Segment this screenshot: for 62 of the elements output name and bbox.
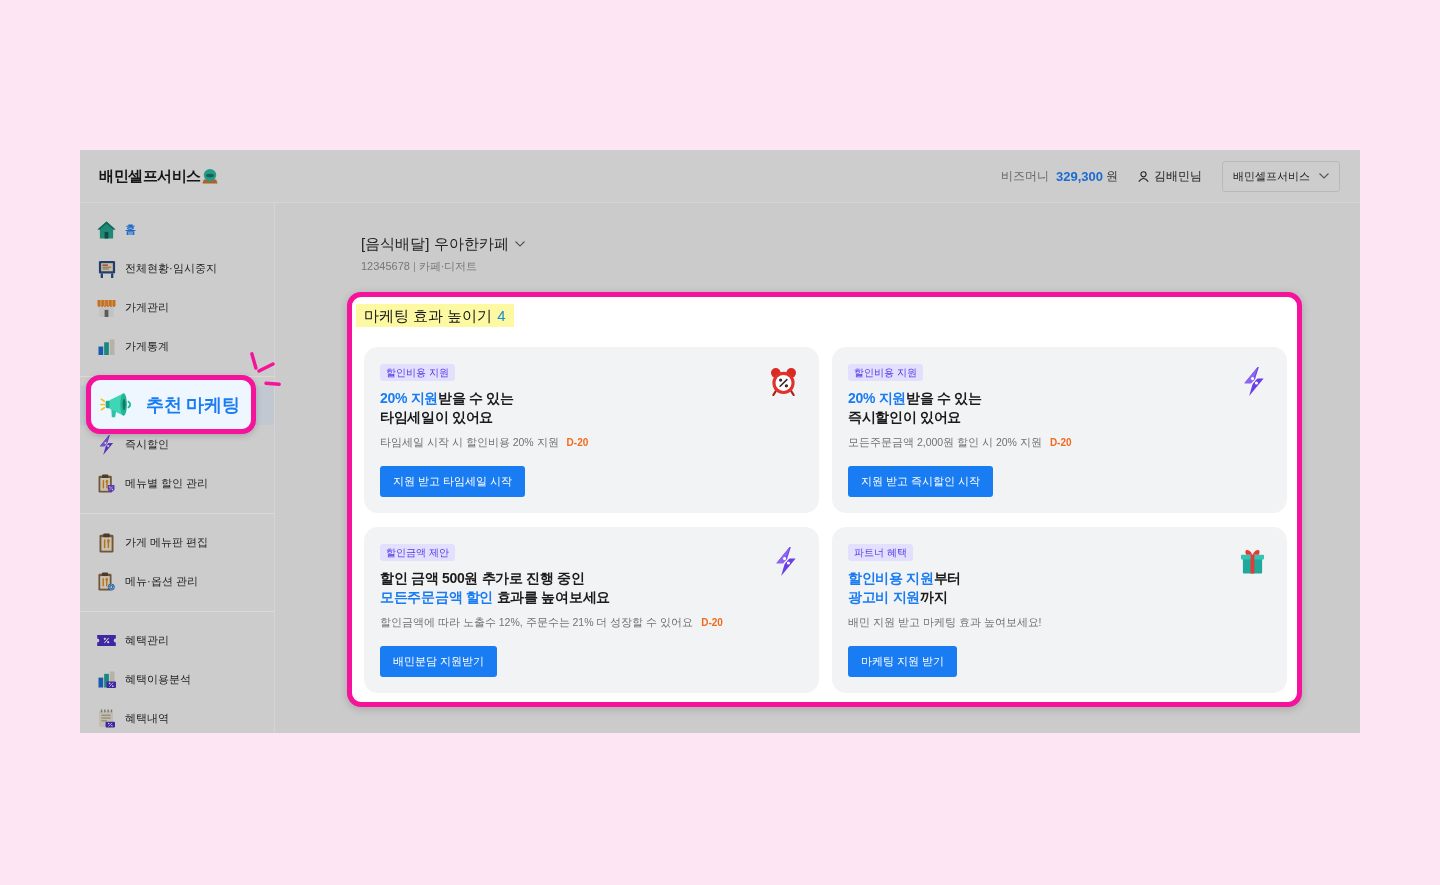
card-title: 20% 지원받을 수 있는 즉시할인이 있어요 — [848, 389, 982, 427]
action-button[interactable]: 지원 받고 타임세일 시작 — [380, 466, 526, 497]
sidebar-item[interactable]: 혜택이용분석 — [80, 660, 274, 699]
section-count: 4 — [497, 306, 506, 325]
user-icon — [1138, 170, 1149, 182]
deadline-label: D-20 — [566, 436, 589, 450]
sidebar-item[interactable]: 가게 메뉴판 편집 — [80, 523, 274, 562]
category-tag: 할인비용 지원 — [380, 364, 455, 381]
megaphone-icon — [100, 391, 134, 418]
clipboard-gear-icon — [98, 572, 115, 591]
user-menu[interactable]: 김배민님 — [1138, 168, 1202, 184]
sidebar-item[interactable]: 혜택내역 — [80, 699, 274, 733]
category-tag: 파트너 혜택 — [848, 544, 913, 561]
chevron-down-icon — [514, 241, 525, 247]
clipboard-icon — [99, 532, 114, 553]
lightning-icon — [775, 547, 797, 576]
card-description: 배민 지원 받고 마케팅 효과 높여보세요! — [848, 615, 1042, 630]
lightning-icon — [1243, 367, 1265, 396]
card-description: 할인금액에 따라 노출수 12%, 주문수는 21% 더 성장할 수 있어요 — [380, 615, 694, 630]
alarm-clock-icon — [770, 367, 797, 396]
card-description: 모든주문금액 2,000원 할인 시 20% 지원 — [848, 435, 1042, 450]
deadline-label: D-20 — [701, 616, 723, 630]
shop-icon — [97, 298, 116, 317]
store-category: 카페·디저트 — [418, 259, 478, 274]
lightning-icon — [99, 434, 114, 455]
chevron-down-icon — [1319, 173, 1329, 179]
currency-unit: 원 — [1106, 168, 1118, 184]
deadline-label: D-20 — [1049, 436, 1072, 450]
card-description: 타임세일 시작 시 할인비용 20% 지원 — [380, 435, 559, 450]
section-title: 마케팅 효과 높이기 — [364, 306, 493, 325]
home-icon — [97, 220, 116, 239]
bar-chart-icon — [98, 338, 115, 355]
store-selector[interactable]: [음식배달] 우아한카페 — [361, 233, 525, 255]
sidebar-item[interactable]: 혜택관리 — [80, 621, 274, 660]
card-title: 20% 지원받을 수 있는 타임세일이 있어요 — [380, 389, 514, 427]
sparkle-icon — [248, 350, 283, 386]
bizmoney-label: 비즈머니 — [1001, 168, 1049, 184]
bar-chart-icon — [97, 671, 116, 688]
sidebar-item[interactable]: 메뉴별 할인 관리 — [80, 464, 274, 503]
store-id: 12345678 — [361, 259, 410, 274]
service-select[interactable]: 배민셀프서비스 — [1222, 160, 1340, 192]
sidebar-item[interactable]: 메뉴·옵션 관리 — [80, 562, 274, 601]
ticket-icon — [97, 635, 116, 646]
action-button[interactable]: 배민분담 지원받기 — [380, 646, 498, 677]
logo-text: 배민셀프서비스 — [99, 166, 201, 186]
category-tag: 할인비용 지원 — [848, 364, 923, 381]
card-title: 할인 금액 500원 추가로 진행 중인 모든주문금액 할인 효과를 높여보세요 — [380, 569, 610, 607]
clipboard-icon — [98, 474, 115, 493]
logo-icon — [201, 168, 218, 184]
separator-text: | — [412, 259, 416, 274]
action-button[interactable]: 마케팅 지원 받기 — [848, 646, 958, 677]
sidebar-item[interactable]: 가게관리 — [80, 288, 274, 327]
bizmoney-amount: 329,300 — [1056, 168, 1103, 184]
action-button[interactable]: 지원 받고 즉시할인 시작 — [848, 466, 994, 497]
menu-item-tooltip[interactable]: 추천 마케팅 — [86, 375, 256, 434]
sidebar-item[interactable]: 가게통계 — [80, 327, 274, 366]
notepad-icon — [98, 709, 115, 728]
card-title: 할인비용 지원부터 광고비 지원까지 — [848, 569, 962, 607]
sidebar-item[interactable]: 전체현황·임시중지 — [80, 249, 274, 288]
gift-icon — [1240, 547, 1265, 574]
category-tag: 할인금액 제안 — [380, 544, 455, 561]
signboard-icon — [97, 259, 116, 278]
